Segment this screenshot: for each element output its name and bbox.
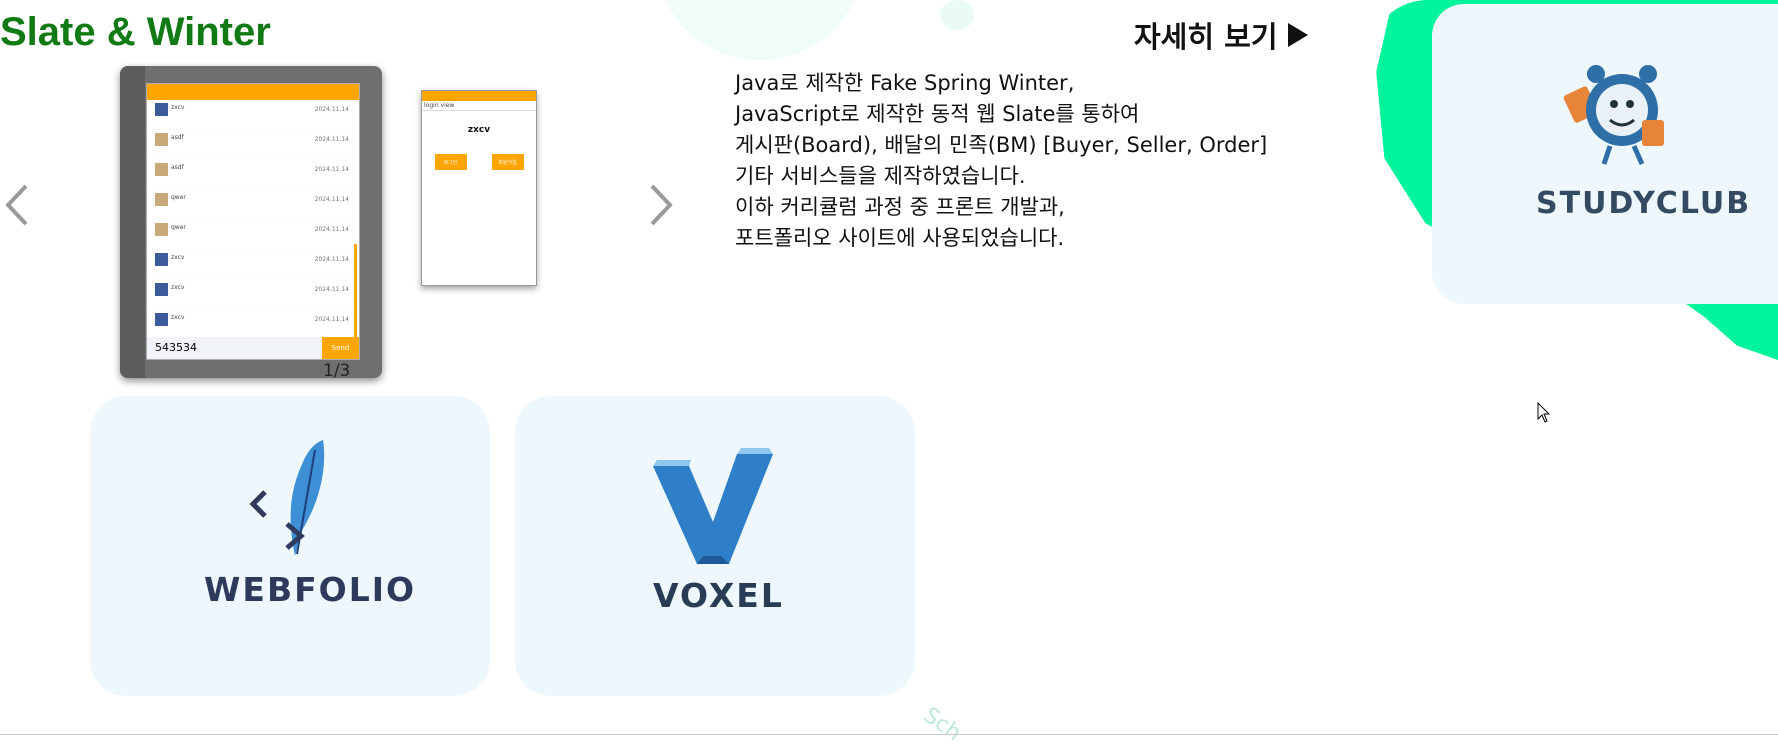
chat-list-item: zxcv 2024.11.14 [147, 310, 359, 340]
avatar [155, 223, 168, 236]
chat-list-item: zxcv 2024.11.14 [147, 280, 359, 310]
play-triangle-icon [1287, 23, 1308, 47]
chat-list-item: asdf 2024.11.14 [147, 130, 359, 160]
detail-link-label: 자세히 보기 [1134, 20, 1278, 54]
webfolio-logo-text: WEBFOLIO [204, 570, 417, 609]
description-line: Java로 제작한 Fake Spring Winter, [735, 71, 1075, 95]
chat-author: qwer [171, 224, 186, 231]
scrollbar [354, 244, 357, 339]
bottom-divider [0, 734, 1778, 735]
carousel-prev-button[interactable] [0, 180, 40, 230]
chat-author: qwer [171, 194, 186, 201]
login-button: 로그인 [434, 154, 467, 170]
chat-list-item: zxcv 2024.11.14 [147, 100, 359, 130]
chat-panel-header [147, 84, 359, 100]
project-description: Java로 제작한 Fake Spring Winter, JavaScript… [735, 68, 1267, 254]
quill-feather-icon [249, 440, 325, 556]
mouse-cursor-icon [1537, 402, 1551, 423]
background-blob [655, 0, 865, 60]
chat-date: 2024.11.14 [314, 106, 349, 113]
carousel-counter: 1/3 [323, 361, 351, 381]
chat-list-item: asdf 2024.11.14 [147, 160, 359, 190]
chat-list-item: zxcv 2024.11.14 [147, 250, 359, 280]
chevron-right-icon [650, 184, 673, 226]
alarm-clock-mascot-icon [1563, 65, 1664, 166]
chat-date: 2024.11.14 [314, 226, 349, 233]
chat-date: 2024.11.14 [314, 196, 349, 203]
studyclub-logo-text: STUDYCLUB [1536, 186, 1752, 221]
chat-input-value: 543534 [155, 341, 197, 354]
chat-author: zxcv [171, 104, 185, 111]
carousel-slide-chat: zxcv 2024.11.14 asdf 2024.11.14 asdf 2024.11.… [120, 66, 382, 378]
description-line: 포트폴리오 사이트에 사용되었습니다. [735, 226, 1065, 250]
detail-link[interactable]: 자세히 보기 [1134, 14, 1308, 56]
avatar [155, 133, 168, 146]
avatar [155, 253, 168, 266]
voxel-logo-text: VOXEL [653, 576, 784, 615]
avatar [155, 193, 168, 206]
avatar [155, 103, 168, 116]
chat-list-item: qwer 2024.11.14 [147, 190, 359, 220]
chat-date: 2024.11.14 [314, 166, 349, 173]
chat-author: asdf [171, 164, 184, 171]
chat-author: zxcv [171, 314, 185, 321]
chevron-left-icon [5, 184, 28, 226]
voxel-v-logo-icon [653, 448, 773, 564]
login-name: zxcv [467, 125, 491, 135]
avatar [155, 283, 168, 296]
description-line: 게시판(Board), 배달의 민족(BM) [Buyer, Seller, O… [735, 133, 1268, 157]
description-line: JavaScript로 제작한 동적 웹 Slate를 통하여 [735, 102, 1140, 126]
chat-list-item: qwer 2024.11.14 [147, 220, 359, 250]
chat-date: 2024.11.14 [314, 136, 349, 143]
carousel-slide-login: login view zxcv 로그인 회원가입 [421, 90, 537, 286]
chat-date: 2024.11.14 [314, 286, 349, 293]
project-title: Slate & Winter [0, 10, 271, 54]
signup-button: 회원가입 [491, 154, 524, 170]
background-app-strip [120, 66, 145, 378]
chat-author: zxcv [171, 284, 185, 291]
chat-author: zxcv [171, 254, 185, 261]
chat-author: asdf [171, 134, 184, 141]
avatar [155, 163, 168, 176]
voxel-card[interactable]: VOXEL [515, 396, 915, 696]
chat-input-row: 543534 Send [147, 337, 359, 359]
webfolio-card[interactable]: WEBFOLIO [90, 396, 490, 696]
send-button: Send [322, 337, 359, 359]
partial-background-text: Sch [918, 702, 966, 746]
login-header [422, 91, 536, 101]
avatar [155, 313, 168, 326]
chat-panel: zxcv 2024.11.14 asdf 2024.11.14 asdf 2024.11.… [146, 83, 360, 360]
description-line: 기타 서비스들을 제작하였습니다. [735, 164, 1026, 188]
description-line: 이하 커리큘럼 과정 중 프론트 개발과, [735, 195, 1065, 219]
chat-date: 2024.11.14 [314, 316, 349, 323]
studyclub-card[interactable]: STUDYCLUB [1432, 4, 1778, 304]
chat-date: 2024.11.14 [314, 256, 349, 263]
carousel-next-button[interactable] [638, 180, 678, 230]
login-subtitle: login view [422, 101, 536, 111]
background-dot [940, 0, 974, 30]
